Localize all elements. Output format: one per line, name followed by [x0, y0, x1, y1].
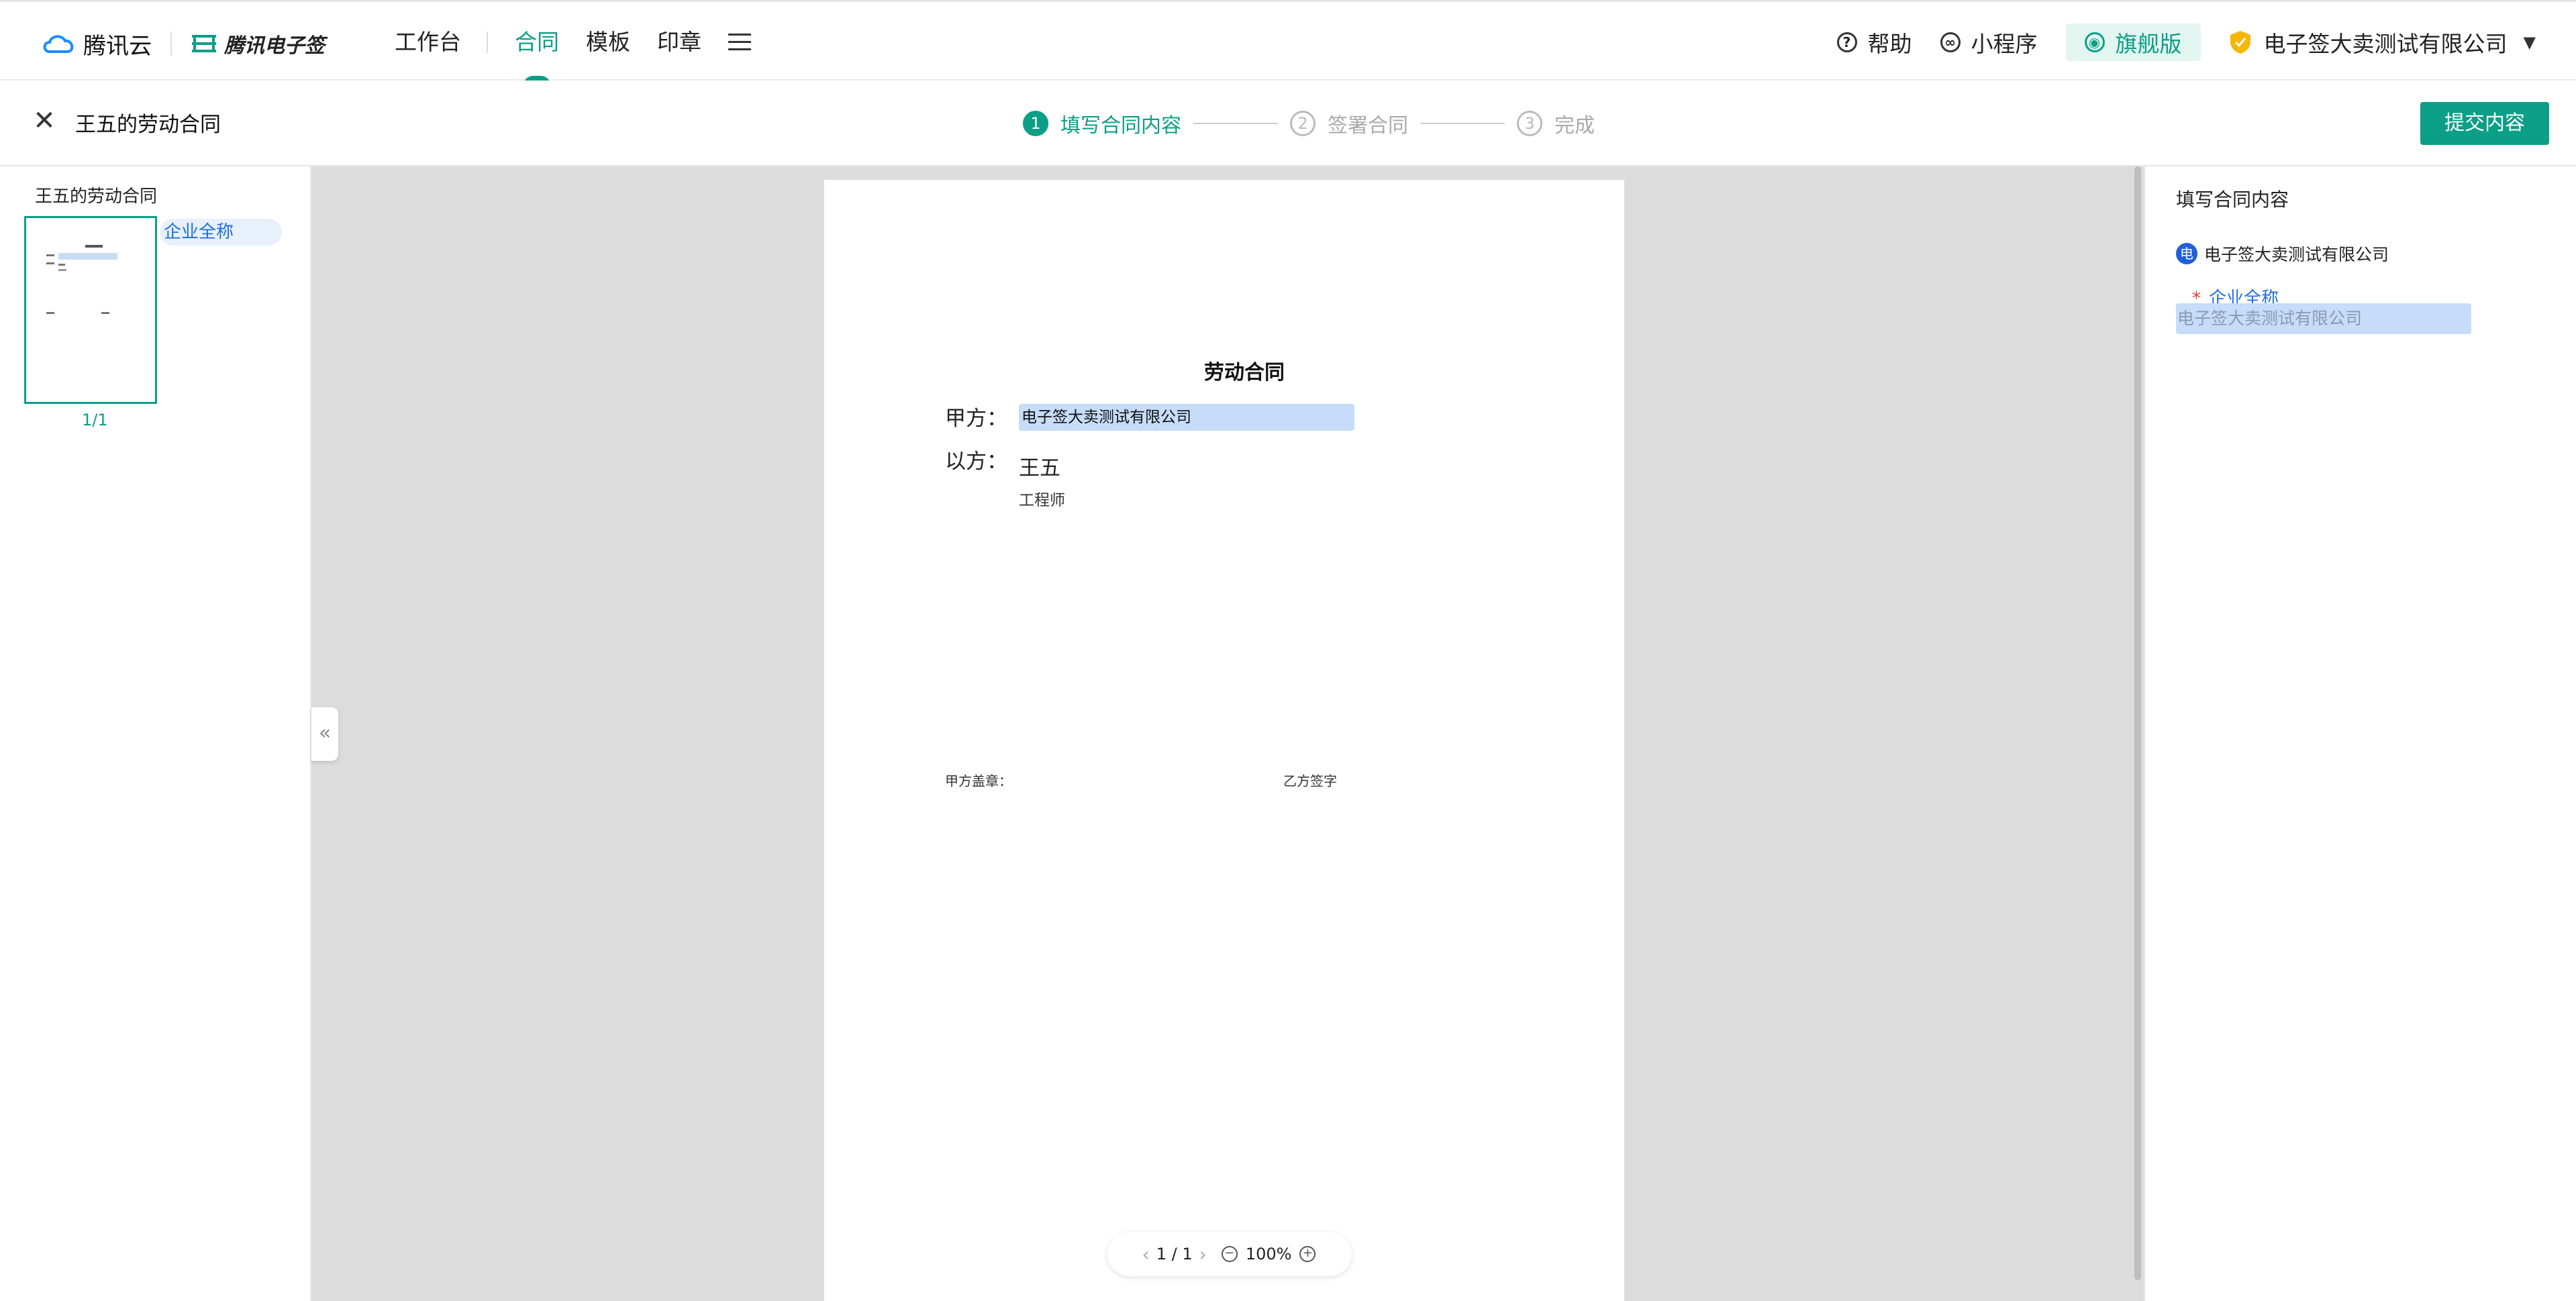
party-a-field[interactable]: 电子签大卖测试有限公司 — [1019, 404, 1354, 431]
signer-organization: 电 电子签大卖测试有限公司 — [2176, 242, 2389, 266]
help-label: 帮助 — [1867, 31, 1912, 57]
nav-workbench[interactable]: 工作台 — [395, 22, 461, 62]
step-number: 1 — [1023, 111, 1048, 136]
help-link[interactable]: ? 帮助 — [1836, 26, 1912, 58]
brand-esign-name: 腾讯电子签 — [224, 34, 325, 58]
miniprogram-icon: ∞ — [1940, 32, 1961, 52]
step-label: 填写合同内容 — [1060, 114, 1181, 138]
zoom-out-icon[interactable]: − — [1221, 1246, 1238, 1262]
brand-cloud-name: 腾讯云 — [83, 32, 152, 60]
contract-heading: 劳动合同 — [1204, 361, 1285, 384]
company-name-input[interactable]: 电子签大卖测试有限公司 — [2176, 303, 2471, 334]
nav-contract-label: 合同 — [515, 29, 559, 55]
caret-down-icon: ▼ — [2523, 33, 2536, 52]
step-indicator: 1 填写合同内容 2 签署合同 3 完成 — [1023, 109, 1595, 138]
party-b-job: 工程师 — [1019, 492, 1065, 509]
step-number: 3 — [1517, 111, 1542, 136]
document-canvas: « 劳动合同 甲方： 电子签大卖测试有限公司 以方： 王五 工程师 甲方盖章： … — [311, 166, 2144, 1301]
vertical-scrollbar[interactable] — [2134, 166, 2141, 1280]
top-nav: 腾讯云 腾讯电子签 工作台 合同 模板 印章 ? 帮助 ∞ 小程序 ◉ 旗舰版 — [0, 0, 2576, 85]
org-name: 电子签大卖测试有限公司 — [2204, 245, 2389, 264]
brand[interactable]: 腾讯云 腾讯电子签 — [40, 28, 325, 60]
company-name: 电子签大卖测试有限公司 — [2263, 31, 2508, 57]
party-b-sign-label: 乙方签字 — [1283, 773, 1337, 789]
step-complete: 3 完成 — [1517, 109, 1595, 138]
nav-template[interactable]: 模板 — [586, 22, 630, 62]
party-a-label: 甲方： — [945, 407, 1007, 431]
party-a-seal-label: 甲方盖章： — [945, 773, 1012, 789]
submit-button[interactable]: 提交内容 — [2420, 102, 2549, 145]
step-number: 2 — [1290, 111, 1316, 136]
document-title: 王五的劳动合同 — [75, 113, 221, 137]
verified-shield-icon — [2230, 31, 2250, 54]
main-nav: 工作台 合同 模板 印章 — [395, 22, 751, 85]
miniprogram-label: 小程序 — [1971, 31, 2038, 57]
zoom-level: 100% — [1245, 1245, 1292, 1263]
help-icon: ? — [1836, 32, 1857, 52]
nav-divider — [487, 32, 488, 53]
flagship-badge[interactable]: ◉ 旗舰版 — [2065, 23, 2201, 61]
tencent-cloud-logo-icon — [43, 35, 74, 53]
close-icon[interactable]: ✕ — [31, 107, 58, 134]
prev-page-icon[interactable]: ‹ — [1142, 1243, 1150, 1265]
nav-right: ? 帮助 ∞ 小程序 ◉ 旗舰版 电子签大卖测试有限公司 ▼ — [1809, 22, 2536, 62]
step-label: 完成 — [1554, 114, 1595, 138]
party-b-name: 王五 — [1019, 456, 1060, 480]
flagship-label: 旗舰版 — [2115, 31, 2182, 57]
flow-header: ✕ 王五的劳动合同 1 填写合同内容 2 签署合同 3 完成 提交内容 — [0, 81, 2576, 166]
company-switcher[interactable]: 电子签大卖测试有限公司 ▼ — [2229, 26, 2536, 58]
form-panel: 填写合同内容 电 电子签大卖测试有限公司 * 企业全称 电子签大卖测试有限公司 — [2144, 166, 2576, 1301]
org-badge-icon: 电 — [2176, 243, 2197, 264]
nav-seal[interactable]: 印章 — [657, 22, 701, 62]
esign-logo-icon — [192, 35, 216, 52]
next-page-icon[interactable]: › — [1199, 1243, 1207, 1265]
step-connector — [1420, 123, 1505, 124]
party-b-label: 以方： — [945, 450, 1007, 474]
nav-contract[interactable]: 合同 — [515, 22, 559, 85]
step-connector — [1193, 123, 1278, 124]
page-toolbar: ‹ 1 / 1 › − 100% + — [1107, 1232, 1352, 1276]
flagship-icon: ◉ — [2084, 32, 2105, 52]
step-fill: 1 填写合同内容 — [1023, 109, 1181, 138]
menu-icon[interactable] — [728, 34, 751, 51]
form-panel-title: 填写合同内容 — [2176, 189, 2289, 211]
miniprogram-link[interactable]: ∞ 小程序 — [1940, 26, 2038, 58]
brand-divider — [170, 32, 172, 56]
thumbnail-panel: 王五的劳动合同 企业全称 1/1 — [0, 166, 311, 1301]
page-number: 1/1 — [82, 411, 108, 429]
thumbnail-panel-title: 王五的劳动合同 — [35, 187, 158, 207]
page-indicator: 1 / 1 — [1156, 1245, 1193, 1263]
field-tag[interactable]: 企业全称 — [160, 219, 282, 246]
step-label: 签署合同 — [1328, 114, 1408, 138]
document-page: 劳动合同 甲方： 电子签大卖测试有限公司 以方： 王五 工程师 甲方盖章： 乙方… — [824, 180, 1624, 1301]
step-sign: 2 签署合同 — [1290, 109, 1408, 138]
page-thumbnail[interactable] — [24, 216, 157, 404]
collapse-panel-icon[interactable]: « — [311, 707, 338, 761]
zoom-in-icon[interactable]: + — [1299, 1246, 1316, 1262]
